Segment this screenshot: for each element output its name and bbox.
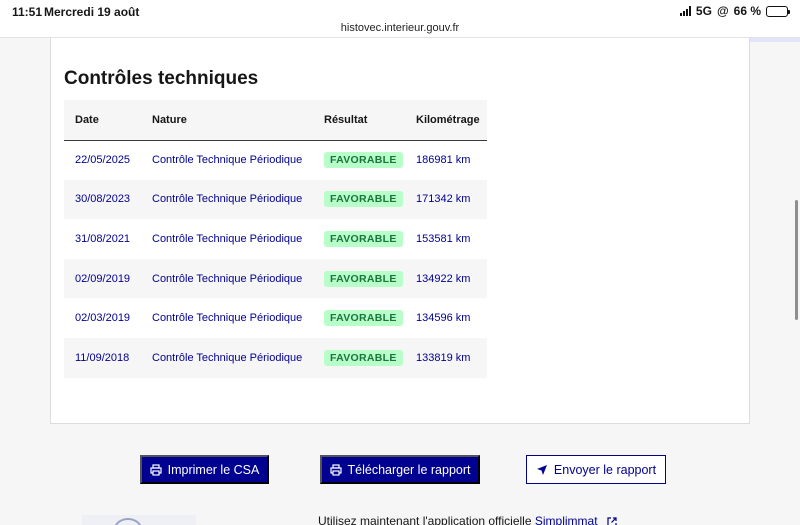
cell-mileage: 171342 km [405,179,487,220]
table-row: 30/08/2023 Contrôle Technique Périodique… [64,179,487,220]
signal-icon [679,6,691,16]
cell-date: 11/09/2018 [64,337,141,378]
cell-date: 30/08/2023 [64,179,141,220]
status-indicators: 5G @ 66 % [679,4,790,18]
column-header-date: Date [64,100,141,141]
status-badge: FAVORABLE [324,230,403,247]
column-header-result: Résultat [313,100,405,141]
print-csa-button[interactable]: Imprimer le CSA [140,455,269,484]
cell-mileage: 134922 km [405,258,487,299]
download-report-button[interactable]: Télécharger le rapport [320,455,480,484]
table-row: 11/09/2018 Contrôle Technique Périodique… [64,337,487,378]
column-header-mileage: Kilométrage [405,100,487,141]
cell-nature: Contrôle Technique Périodique [141,337,313,378]
printer-icon [150,463,162,476]
battery-icon [766,5,790,17]
cell-date: 22/05/2025 [75,154,131,167]
cell-nature: Contrôle Technique Périodique [152,154,303,167]
table-row: 22/05/2025 Contrôle Technique Périodique… [64,140,487,180]
cell-result: FAVORABLE [313,179,405,220]
send-report-label: Envoyer le rapport [553,462,657,477]
cell-date: 02/09/2019 [64,258,141,299]
table-row: 02/09/2019 Contrôle Technique Périodique… [64,258,487,299]
send-icon [536,464,547,475]
external-link-icon [607,517,617,525]
inspections-table: Date Nature Résultat Kilométrage 22/05/2… [64,100,487,378]
status-bar: 11:51 Mercredi 19 août 5G @ 66 % histove… [0,0,800,38]
cell-date: 02/03/2019 [75,312,131,325]
scrollbar[interactable] [795,200,798,320]
status-time: 11:51 [12,5,43,19]
app-promo-sentence: Utilisez maintenant l'application offici… [318,514,535,525]
cell-result: FAVORABLE [313,337,405,378]
cell-nature: Contrôle Technique Périodique [152,232,303,245]
printer-icon [329,463,342,476]
status-badge: FAVORABLE [324,310,403,327]
status-badge: FAVORABLE [324,152,403,169]
section-title: Contrôles techniques [64,68,259,89]
app-promo-image [82,515,196,525]
column-header-nature: Nature [141,100,313,141]
cell-mileage: 134596 km [416,312,471,325]
address-bar[interactable]: histovec.interieur.gouv.fr [0,22,800,34]
cell-date: 31/08/2021 [75,232,131,245]
table-header-row: Date Nature Résultat Kilométrage [64,100,487,141]
technical-inspections-card: Contrôles techniques Date Nature Résulta… [50,38,750,424]
cell-nature: Contrôle Technique Périodique [141,179,313,220]
send-report-button[interactable]: Envoyer le rapport [526,455,666,484]
cell-mileage: 153581 km [416,232,471,245]
status-date: Mercredi 19 août [44,5,140,19]
cell-mileage: 133819 km [405,337,487,378]
table-row: 02/03/2019 Contrôle Technique Périodique… [64,298,487,338]
status-badge: FAVORABLE [324,191,403,208]
cell-nature: Contrôle Technique Périodique [152,312,303,325]
network-type: 5G [695,4,712,18]
status-badge: FAVORABLE [324,349,403,366]
cell-mileage: 186981 km [416,154,471,167]
download-report-label: Télécharger le rapport [347,462,471,477]
cell-result: FAVORABLE [313,298,405,338]
app-promo-text: Utilisez maintenant l'application offici… [318,514,617,525]
cell-result: FAVORABLE [313,219,405,259]
location-icon: @ [716,4,729,18]
cell-result: FAVORABLE [313,258,405,299]
table-row: 31/08/2021 Contrôle Technique Périodique… [64,219,487,259]
print-csa-label: Imprimer le CSA [167,462,260,477]
cell-result: FAVORABLE [313,140,405,180]
simplimmat-link[interactable]: Simplimmat [535,514,598,525]
battery-percent: 66 % [733,4,761,18]
status-badge: FAVORABLE [324,270,403,287]
cell-nature: Contrôle Technique Périodique [141,258,313,299]
